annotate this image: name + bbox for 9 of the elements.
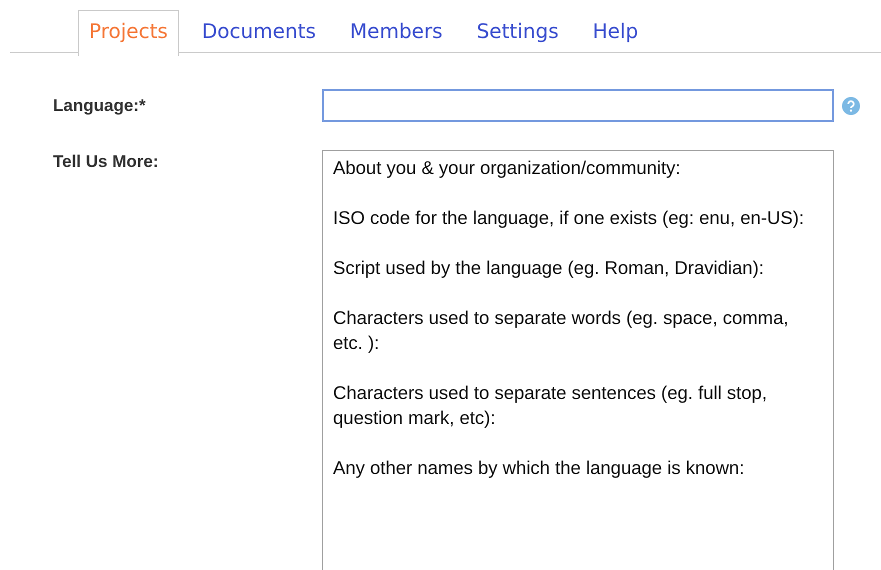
tab[interactable]: Settings: [466, 10, 570, 55]
field-label: Language:*: [53, 96, 147, 116]
description-textarea[interactable]: About you & your organization/community: ISO code for the language, if one exists (eg: enu, en-US): Script used by the language (eg. Roman, Dravidian): Characters used to separate words (eg. space, comma, etc. ): Characters used to separate sentences (eg. full stop, question mark, etc): Any other names by which the language is known:: [322, 150, 834, 570]
tab[interactable]: Help: [582, 10, 650, 55]
tab[interactable]: Members: [338, 10, 454, 55]
field-label: Tell Us More:: [53, 151, 160, 172]
language-input[interactable]: [322, 89, 834, 122]
help-icon[interactable]: [842, 96, 860, 114]
tab[interactable]: Documents: [190, 10, 327, 55]
